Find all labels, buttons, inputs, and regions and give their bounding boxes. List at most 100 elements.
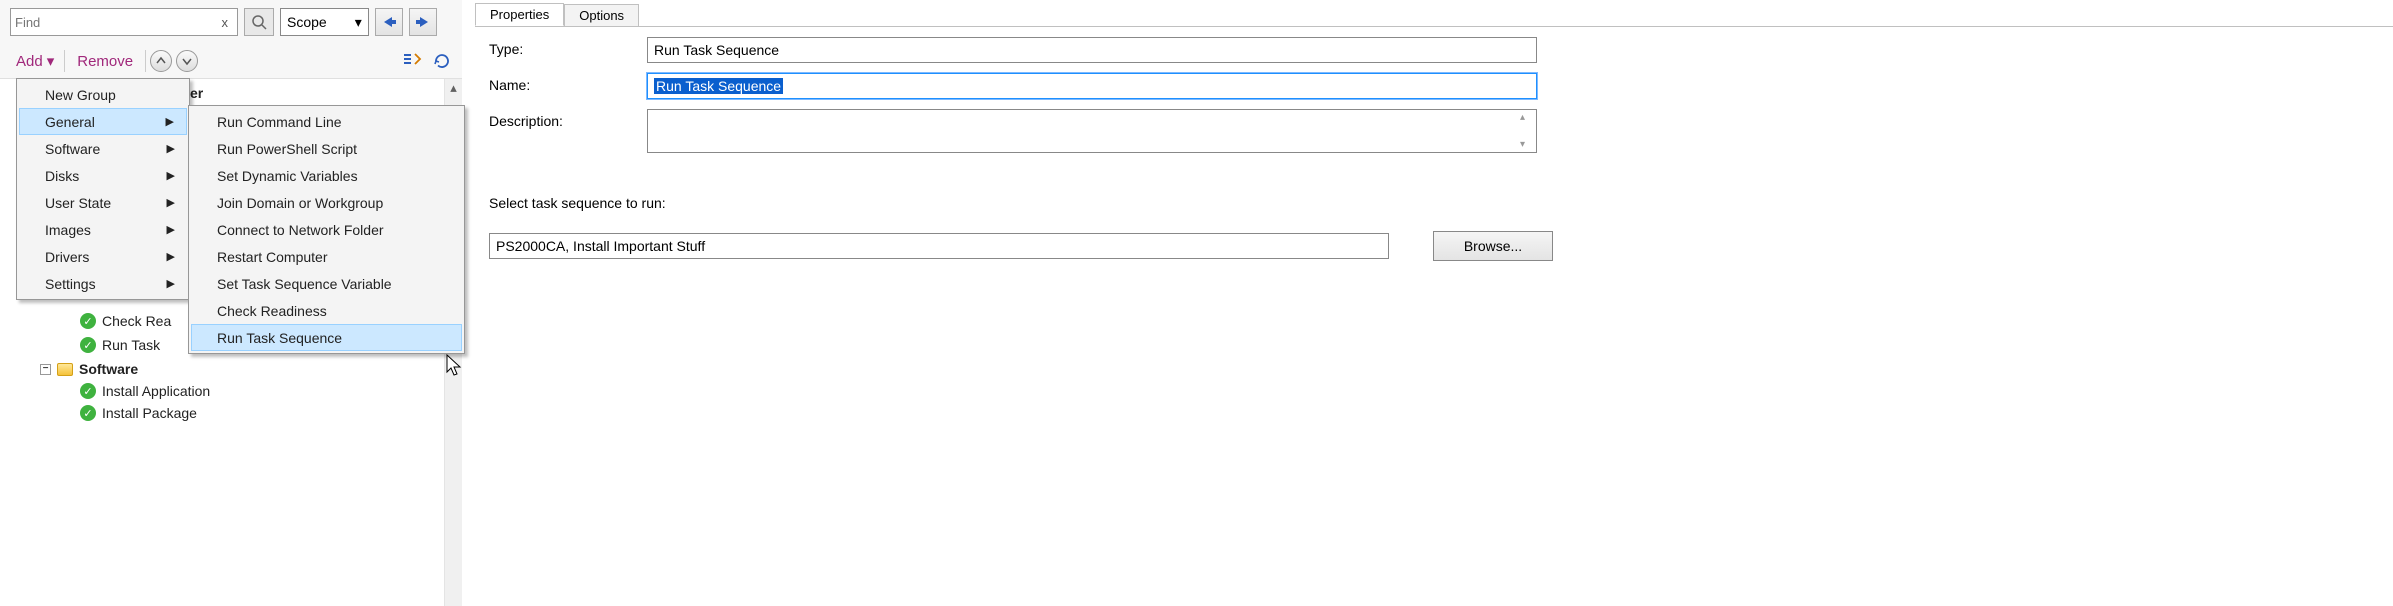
menu-run-task-sequence[interactable]: Run Task Sequence <box>191 324 462 351</box>
nav-forward-button[interactable] <box>409 8 437 36</box>
menu-set-dynamic-vars[interactable]: Set Dynamic Variables <box>191 162 462 189</box>
tree-item[interactable]: ✓Run Task <box>80 333 160 357</box>
name-value-selected: Run Task Sequence <box>654 78 783 94</box>
menu-label: General <box>45 114 95 130</box>
menu-drivers[interactable]: Drivers▶ <box>19 243 187 270</box>
menu-join-domain[interactable]: Join Domain or Workgroup <box>191 189 462 216</box>
menu-label: Restart Computer <box>217 249 327 265</box>
browse-button[interactable]: Browse... <box>1433 231 1553 261</box>
check-icon: ✓ <box>80 313 96 329</box>
menu-label: Set Task Sequence Variable <box>217 276 392 292</box>
tree-item[interactable]: ✓ Install Application <box>80 379 210 403</box>
menu-label: Run Command Line <box>217 114 342 130</box>
scroll-up-icon[interactable]: ▴ <box>445 79 462 97</box>
find-input[interactable] <box>15 15 217 30</box>
tree-label: Check Rea <box>102 313 171 329</box>
submenu-arrow-icon: ▶ <box>167 169 175 182</box>
check-icon: ✓ <box>80 405 96 421</box>
right-panel: Properties Options Type: Run Task Sequen… <box>475 0 2393 606</box>
tree-label: Install Application <box>102 383 210 399</box>
scope-label: Scope <box>287 14 327 30</box>
menu-label: Run PowerShell Script <box>217 141 357 157</box>
nav-back-button[interactable] <box>375 8 403 36</box>
divider <box>145 50 146 72</box>
chevron-down-icon: ▾ <box>355 14 362 31</box>
menu-run-powershell[interactable]: Run PowerShell Script <box>191 135 462 162</box>
action-bar: Add ▾ Remove <box>0 44 462 78</box>
add-menu: New Group General ▶ Software ▶ Disks ▶ User… <box>16 78 190 300</box>
select-sequence-label: Select task sequence to run: <box>489 195 2379 211</box>
divider <box>64 50 65 72</box>
menu-check-readiness[interactable]: Check Readiness <box>191 297 462 324</box>
action-right <box>402 51 452 71</box>
scroll-up-icon[interactable]: ▴ <box>1520 112 1534 123</box>
scroll-down-icon[interactable]: ▾ <box>1520 139 1534 150</box>
submenu-arrow-icon: ▶ <box>167 196 175 209</box>
submenu-arrow-icon: ▶ <box>166 115 174 128</box>
move-down-button[interactable] <box>176 50 198 72</box>
menu-label: Images <box>45 222 91 238</box>
check-icon: ✓ <box>80 383 96 399</box>
name-field[interactable]: Run Task Sequence <box>647 73 1537 99</box>
menu-label: Set Dynamic Variables <box>217 168 358 184</box>
menu-label: Software <box>45 141 100 157</box>
clear-search-icon[interactable]: x <box>217 15 234 30</box>
menu-label: Check Readiness <box>217 303 327 319</box>
menu-label: Connect to Network Folder <box>217 222 384 238</box>
chevron-down-icon <box>182 56 192 66</box>
remove-button[interactable]: Remove <box>69 51 141 72</box>
list-action-icon[interactable] <box>402 51 422 71</box>
menu-settings[interactable]: Settings▶ <box>19 270 187 297</box>
chevron-up-icon <box>156 56 166 66</box>
menu-set-ts-variable[interactable]: Set Task Sequence Variable <box>191 270 462 297</box>
menu-general[interactable]: General ▶ <box>19 108 187 135</box>
menu-run-command-line[interactable]: Run Command Line <box>191 108 462 135</box>
description-field[interactable]: ▴ ▾ <box>647 109 1537 153</box>
submenu-arrow-icon: ▶ <box>167 142 175 155</box>
tree-item[interactable]: ✓ Check Rea <box>80 309 171 333</box>
mouse-cursor-icon <box>446 354 464 381</box>
menu-label: Run Task Sequence <box>217 330 342 346</box>
menu-disks[interactable]: Disks ▶ <box>19 162 187 189</box>
add-label: Add <box>16 53 43 70</box>
collapse-icon[interactable]: − <box>40 364 51 375</box>
search-icon <box>251 14 267 30</box>
search-button[interactable] <box>244 8 274 36</box>
folder-icon <box>57 363 73 376</box>
menu-connect-network[interactable]: Connect to Network Folder <box>191 216 462 243</box>
top-toolbar: x Scope ▾ <box>0 0 462 44</box>
menu-software[interactable]: Software ▶ <box>19 135 187 162</box>
tree-label: Software <box>79 361 138 377</box>
tab-options[interactable]: Options <box>564 4 639 26</box>
name-label: Name: <box>489 73 647 93</box>
menu-restart-computer[interactable]: Restart Computer <box>191 243 462 270</box>
menu-label: Join Domain or Workgroup <box>217 195 383 211</box>
find-input-container[interactable]: x <box>10 8 238 36</box>
arrow-right-icon <box>414 15 432 29</box>
tree-item[interactable]: − Software <box>40 357 138 381</box>
arrow-left-icon <box>380 15 398 29</box>
description-label: Description: <box>489 109 647 129</box>
menu-label: User State <box>45 195 111 211</box>
tree-item[interactable]: ✓Install Package <box>80 401 197 425</box>
add-button[interactable]: Add ▾ <box>10 50 60 72</box>
refresh-icon[interactable] <box>432 51 452 71</box>
type-label: Type: <box>489 37 647 57</box>
properties-content: Type: Run Task Sequence Name: Run Task S… <box>475 26 2393 271</box>
tree-label: Run Task <box>102 337 160 353</box>
type-field: Run Task Sequence <box>647 37 1537 63</box>
textarea-scroll[interactable]: ▴ ▾ <box>1520 112 1534 150</box>
submenu-arrow-icon: ▶ <box>167 250 175 263</box>
general-submenu: Run Command Line Run PowerShell Script S… <box>188 105 465 354</box>
scope-dropdown[interactable]: Scope ▾ <box>280 8 369 36</box>
tab-properties[interactable]: Properties <box>475 3 564 26</box>
menu-label: Settings <box>45 276 96 292</box>
task-sequence-field: PS2000CA, Install Important Stuff <box>489 233 1389 259</box>
menu-images[interactable]: Images▶ <box>19 216 187 243</box>
menu-new-group[interactable]: New Group <box>19 81 187 108</box>
menu-label: Disks <box>45 168 79 184</box>
chevron-down-icon: ▾ <box>47 52 55 70</box>
menu-label: New Group <box>45 87 116 103</box>
move-up-button[interactable] <box>150 50 172 72</box>
menu-user-state[interactable]: User State ▶ <box>19 189 187 216</box>
